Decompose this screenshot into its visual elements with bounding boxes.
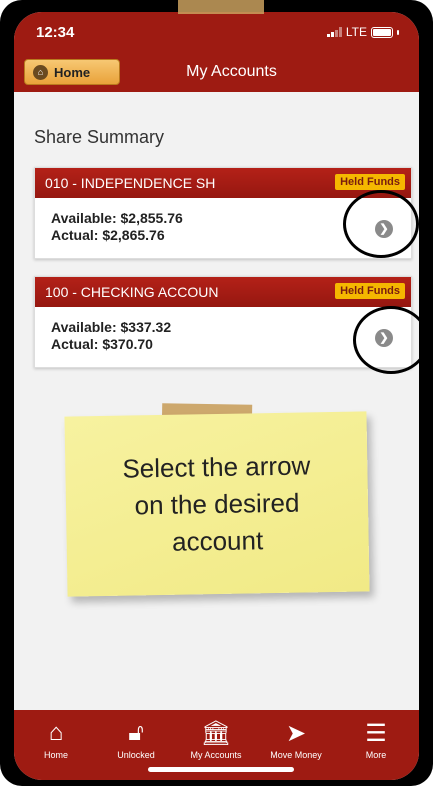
- account-name: 010 - INDEPENDENCE SH: [45, 175, 216, 191]
- tab-label: My Accounts: [190, 750, 242, 760]
- tab-more[interactable]: ☰ More: [340, 718, 412, 761]
- held-funds-badge[interactable]: Held Funds: [335, 174, 405, 190]
- tab-bar: ⌂ Home 🔓︎ Unlocked 🏛︎ My Accounts ➤ Move…: [14, 710, 419, 780]
- status-time: 12:34: [36, 24, 75, 41]
- tab-move-money[interactable]: ➤ Move Money: [260, 718, 332, 761]
- tab-label: Unlocked: [117, 750, 155, 760]
- home-icon: ⌂: [48, 719, 64, 746]
- account-header: 010 - INDEPENDENCE SH Held Funds: [35, 168, 411, 198]
- highlight-circle: [343, 190, 419, 258]
- network-label: LTE: [345, 25, 367, 39]
- section-title: Share Summary: [34, 127, 165, 147]
- account-card-2[interactable]: 100 - CHECKING ACCOUN Held Funds Availab…: [34, 276, 412, 368]
- phone-frame: 12:34 LTE ⌂ Home My Accounts Share Summa…: [0, 0, 433, 786]
- page-title: My Accounts: [186, 63, 277, 80]
- account-name: 100 - CHECKING ACCOUN: [45, 284, 219, 300]
- highlight-circle: [353, 306, 429, 374]
- send-icon: ➤: [285, 719, 307, 747]
- signal-icon: [326, 27, 342, 37]
- status-indicators: LTE: [326, 25, 399, 39]
- tab-label: Home: [43, 750, 68, 760]
- menu-icon: ☰: [365, 719, 387, 747]
- top-bar: 12:34 LTE ⌂ Home My Accounts: [14, 12, 419, 92]
- tab-my-accounts[interactable]: 🏛︎ My Accounts: [180, 718, 252, 761]
- account-header: 100 - CHECKING ACCOUN Held Funds: [35, 277, 411, 307]
- app-screen: 12:34 LTE ⌂ Home My Accounts Share Summa…: [14, 12, 419, 780]
- tab-unlocked[interactable]: 🔓︎ Unlocked: [100, 718, 172, 760]
- tab-home[interactable]: ⌂ Home: [20, 718, 92, 760]
- held-funds-badge[interactable]: Held Funds: [335, 283, 405, 299]
- tab-label: More: [365, 750, 387, 760]
- bank-icon: 🏛︎: [200, 719, 232, 747]
- status-bar: 12:34 LTE: [36, 24, 399, 46]
- top-tape: [178, 0, 264, 14]
- note-line: on the desired: [134, 487, 300, 520]
- home-indicator: [148, 767, 294, 772]
- battery-icon: [371, 26, 393, 38]
- tab-label: Move Money: [270, 750, 322, 760]
- instruction-note: Select the arrow on the desired account: [64, 411, 370, 597]
- note-line: Select the arrow: [122, 449, 311, 484]
- unlock-icon: 🔓︎: [128, 719, 144, 746]
- note-line: account: [171, 524, 264, 557]
- battery-tip: [397, 29, 399, 35]
